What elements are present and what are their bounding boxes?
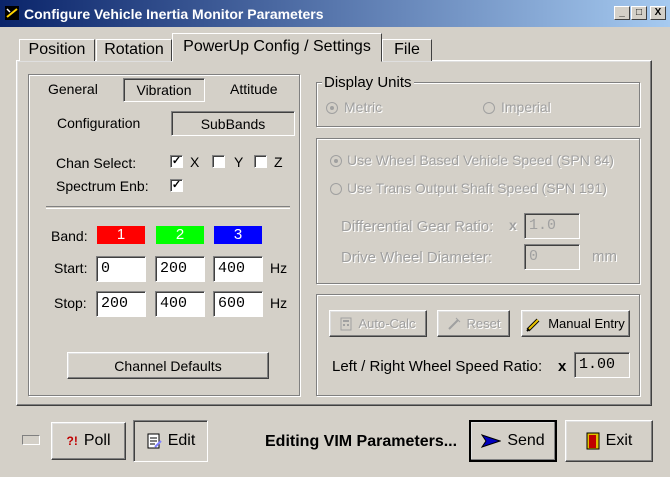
tab-file[interactable]: File [382,39,432,61]
gear-ratio-input[interactable]: 1.0 [524,213,580,239]
wheel-ratio-label: Left / Right Wheel Speed Ratio: [332,358,543,375]
edit-button[interactable]: Edit [133,420,208,462]
wand-icon [447,317,460,330]
poll-icon: ?! [66,434,78,448]
start-band-3-input[interactable]: 400 [213,256,263,282]
edit-document-icon [147,433,162,449]
metric-radio[interactable] [326,102,338,114]
start-label: Start: [54,260,88,276]
channel-defaults-button[interactable]: Channel Defaults [67,352,269,379]
start-unit: Hz [270,260,288,276]
exit-label: Exit [605,432,633,449]
wheel-diameter-unit: mm [592,248,617,265]
send-arrow-icon [481,434,502,448]
poll-label: Poll [83,432,111,449]
chan-select-label: Chan Select: [56,155,137,171]
stop-label: Stop: [54,295,87,311]
pencil-icon [526,318,540,332]
channel-defaults-label: Channel Defaults [114,357,222,374]
stop-band-1-input[interactable]: 200 [96,291,146,317]
title-bar: Configure Vehicle Inertia Monitor Parame… [0,0,670,27]
display-units-title: Display Units [322,74,414,91]
gear-ratio-x: x [509,217,517,233]
maximize-button[interactable]: □ [631,6,647,20]
exit-door-icon [586,432,600,450]
tab-powerup-config[interactable]: PowerUp Config / Settings [172,33,382,62]
status-text: Editing VIM Parameters... [265,433,458,450]
tab-position[interactable]: Position [19,39,95,61]
start-band-1-input[interactable]: 0 [96,256,146,282]
tab-vibration[interactable]: Vibration [123,78,205,102]
chan-y-checkbox[interactable] [212,155,225,168]
calculator-icon [340,317,352,330]
band-2-swatch: 2 [156,226,204,244]
manual-entry-button[interactable]: Manual Entry [521,310,630,337]
band-3-swatch: 3 [214,226,262,244]
imperial-radio[interactable] [483,102,495,114]
wheel-speed-label: Use Wheel Based Vehicle Speed (SPN 84) [347,152,614,168]
stop-band-2-input[interactable]: 400 [155,291,205,317]
wheel-speed-radio[interactable] [330,155,342,167]
exit-button[interactable]: Exit [565,420,653,462]
spectrum-label: Spectrum Enb: [56,178,149,194]
tab-subbands-label: SubBands [200,115,266,132]
chan-x-checkbox[interactable]: ✓ [170,155,183,168]
poll-button[interactable]: ?! Poll [51,422,126,460]
auto-calc-label: Auto-Calc [358,316,416,331]
reset-button[interactable]: Reset [437,310,510,337]
window-title: Configure Vehicle Inertia Monitor Parame… [24,6,324,22]
chan-y-label: Y [234,154,244,170]
tab-attitude[interactable]: Attitude [230,81,277,97]
tab-configuration[interactable]: Configuration [57,115,140,131]
wheel-ratio-x: x [558,358,567,375]
trans-speed-radio[interactable] [330,183,342,195]
start-band-2-input[interactable]: 200 [155,256,205,282]
separator [46,206,290,209]
auto-calc-button[interactable]: Auto-Calc [329,310,427,337]
band-label: Band: [51,228,88,244]
stop-band-3-input[interactable]: 600 [213,291,263,317]
imperial-label: Imperial [501,99,551,115]
spectrum-checkbox[interactable]: ✓ [170,179,183,192]
chan-z-label: Z [274,154,283,170]
minimize-button[interactable]: _ [614,6,630,20]
wheel-ratio-input[interactable]: 1.00 [574,352,630,378]
app-icon [5,6,19,20]
chan-x-label: X [190,154,200,170]
edit-label: Edit [167,432,196,449]
divider [299,78,300,102]
close-button[interactable]: X [650,6,666,20]
tab-vibration-label: Vibration [136,82,192,98]
status-led [22,435,40,445]
wheel-diameter-input[interactable]: 0 [524,244,580,270]
chan-z-checkbox[interactable] [254,155,267,168]
tab-general[interactable]: General [48,81,98,97]
band-1-swatch: 1 [97,226,145,244]
trans-speed-label: Use Trans Output Shaft Speed (SPN 191) [347,180,607,196]
gear-ratio-label: Differential Gear Ratio: [341,218,494,235]
reset-label: Reset [466,316,501,331]
metric-label: Metric [344,99,383,115]
tab-subbands[interactable]: SubBands [171,111,295,136]
manual-entry-label: Manual Entry [548,316,625,331]
wheel-diameter-label: Drive Wheel Diameter: [341,249,492,266]
send-button[interactable]: Send [469,420,557,462]
tab-rotation[interactable]: Rotation [96,39,172,61]
stop-unit: Hz [270,295,288,311]
send-label: Send [507,432,545,449]
